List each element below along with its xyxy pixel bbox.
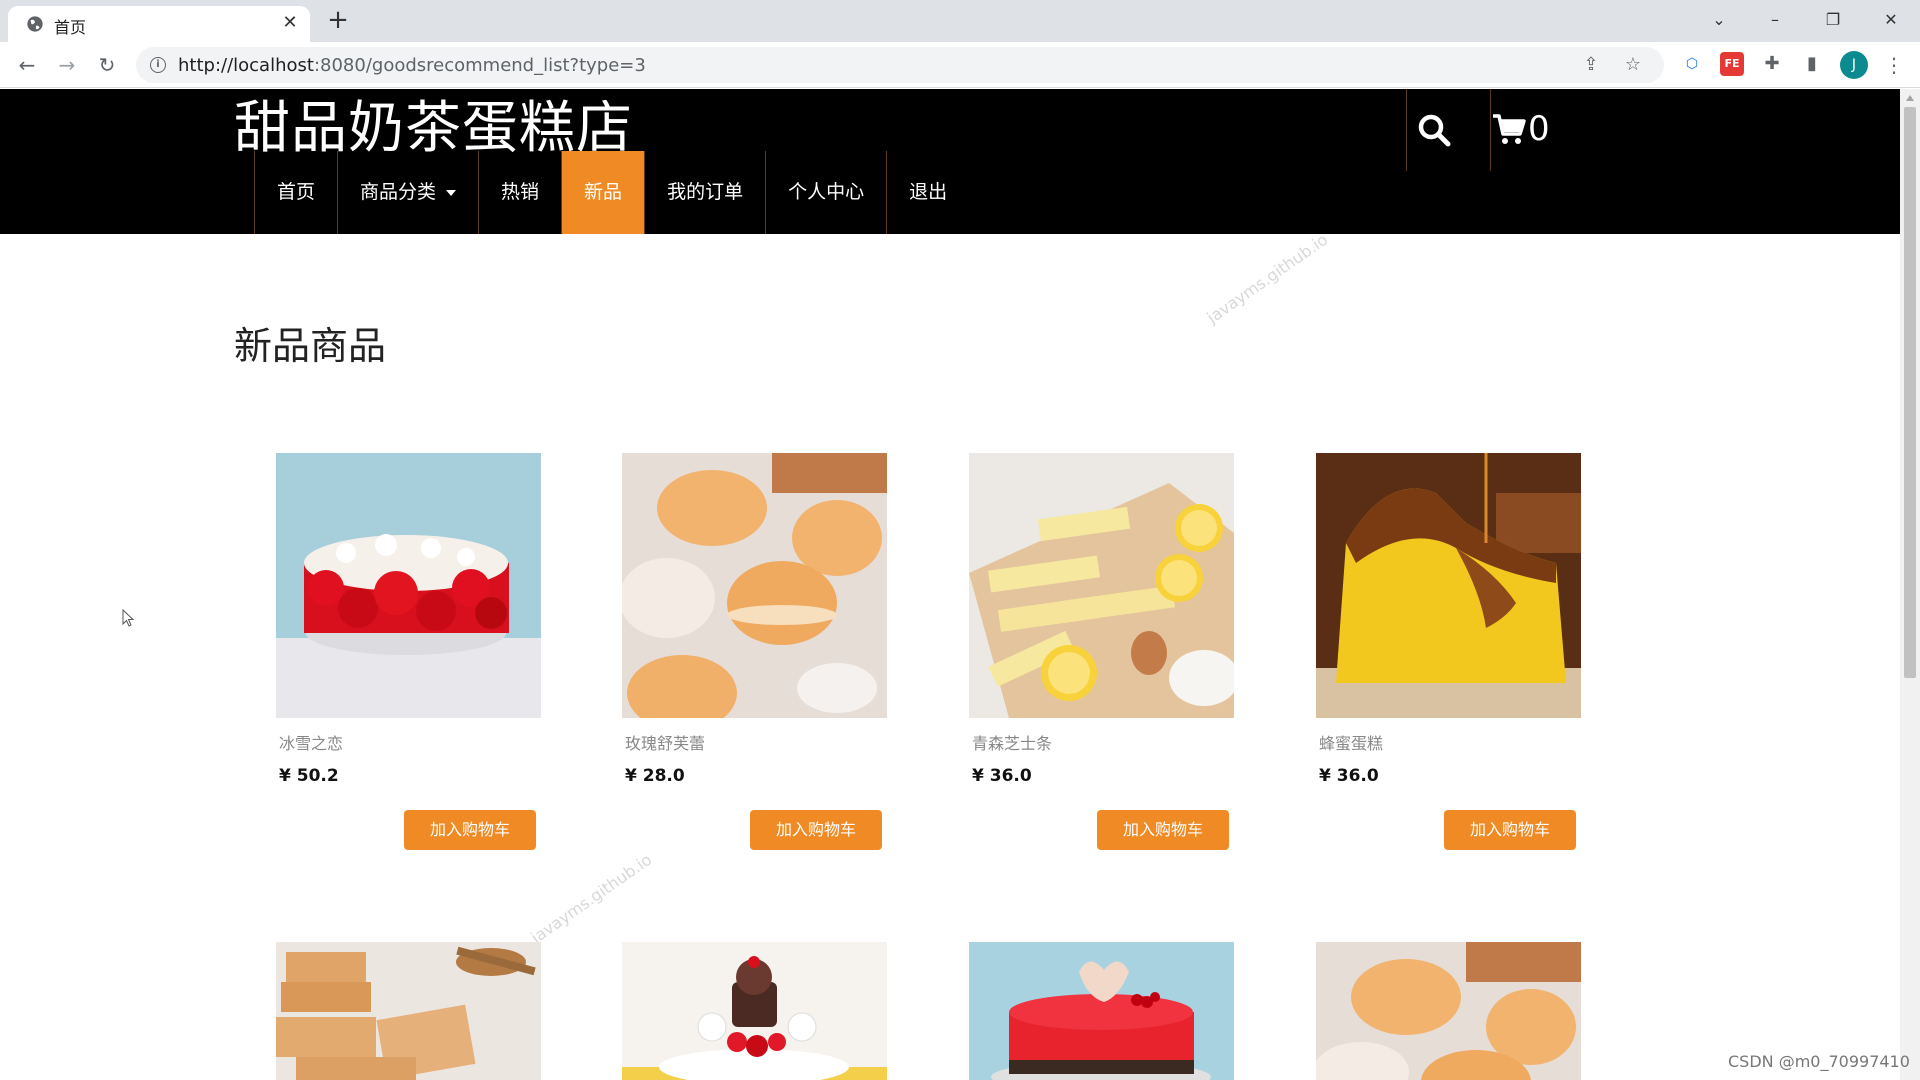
- nav-label: 退出: [909, 181, 948, 203]
- product-card: 玫瑰舒芙蕾 ¥ 28.0 加入购物车: [622, 453, 887, 850]
- caret-down-icon: [446, 189, 457, 196]
- forward-icon[interactable]: →: [54, 52, 80, 78]
- product-price: ¥ 28.0: [625, 766, 685, 786]
- browser-tab-active[interactable]: 首页 ✕: [8, 6, 310, 42]
- browser-tab-bar: 首页 ✕ + ⌄ – ❐ ✕: [0, 0, 1920, 42]
- nav-label: 新品: [584, 181, 623, 203]
- url-text: http://localhost:8080/goodsrecommend_lis…: [178, 55, 646, 76]
- add-to-cart-button[interactable]: 加入购物车: [750, 810, 882, 850]
- header-divider: [1406, 89, 1407, 171]
- back-icon[interactable]: ←: [14, 52, 40, 78]
- nav-item-orders[interactable]: 我的订单: [644, 151, 765, 234]
- scrollbar-thumb[interactable]: [1904, 107, 1916, 678]
- nav-label: 我的订单: [667, 181, 744, 203]
- product-image[interactable]: [622, 942, 887, 1080]
- product-price: ¥ 50.2: [279, 766, 339, 786]
- product-image[interactable]: [969, 942, 1234, 1080]
- bookmark-star-icon[interactable]: ☆: [1622, 54, 1644, 76]
- product-price: ¥ 36.0: [972, 766, 1032, 786]
- nav-item-home[interactable]: 首页: [254, 151, 337, 234]
- nav-item-categories[interactable]: 商品分类: [337, 151, 478, 234]
- nav-item-new[interactable]: 新品: [561, 151, 645, 234]
- extension-hexagon-icon[interactable]: ⬡: [1680, 52, 1704, 76]
- product-card: 青森芝士条 ¥ 36.0 加入购物车: [969, 453, 1234, 850]
- page-viewport: 甜品奶茶蛋糕店 首页 商品分类 热销 新品 我的订单 个人中心 退出 0 新品商: [0, 89, 1900, 1080]
- product-card: 冰雪之恋 ¥ 50.2 加入购物车: [276, 453, 541, 850]
- product-card: 蜂蜜蛋糕 ¥ 36.0 加入购物车: [1316, 453, 1581, 850]
- add-to-cart-button[interactable]: 加入购物车: [1444, 810, 1576, 850]
- product-image[interactable]: [969, 453, 1234, 718]
- product-image[interactable]: [1316, 453, 1581, 718]
- product-image[interactable]: [622, 453, 887, 718]
- extensions-puzzle-icon[interactable]: ✚: [1760, 52, 1784, 76]
- section-title: 新品商品: [234, 324, 387, 368]
- product-image[interactable]: [276, 453, 541, 718]
- header-divider: [1490, 89, 1491, 171]
- product-name[interactable]: 青森芝士条: [972, 730, 1234, 754]
- reload-icon[interactable]: ↻: [94, 52, 120, 78]
- profile-avatar[interactable]: J: [1840, 51, 1868, 79]
- product-image[interactable]: [276, 942, 541, 1080]
- nav-label: 首页: [277, 181, 316, 203]
- main-nav: 首页 商品分类 热销 新品 我的订单 个人中心 退出: [254, 151, 969, 234]
- product-name[interactable]: 玫瑰舒芙蕾: [625, 730, 887, 754]
- share-icon[interactable]: ⇪: [1580, 54, 1602, 76]
- search-icon[interactable]: [1417, 113, 1451, 147]
- product-image[interactable]: [1316, 942, 1581, 1080]
- site-header: 甜品奶茶蛋糕店 首页 商品分类 热销 新品 我的订单 个人中心 退出 0: [0, 89, 1900, 234]
- url-path: :8080/goodsrecommend_list?type=3: [313, 55, 646, 76]
- side-panel-icon[interactable]: ▮: [1800, 52, 1824, 76]
- product-name[interactable]: 蜂蜜蛋糕: [1319, 730, 1581, 754]
- site-info-icon[interactable]: i: [150, 57, 166, 73]
- add-to-cart-button[interactable]: 加入购物车: [1097, 810, 1229, 850]
- product-price: ¥ 36.0: [1319, 766, 1379, 786]
- close-window-icon[interactable]: ✕: [1876, 6, 1906, 34]
- minimize-icon[interactable]: –: [1760, 6, 1790, 34]
- nav-label: 商品分类: [360, 181, 437, 203]
- address-bar[interactable]: i http://localhost:8080/goodsrecommend_l…: [136, 47, 1664, 83]
- tab-search-chevron-icon[interactable]: ⌄: [1704, 6, 1734, 34]
- add-to-cart-button[interactable]: 加入购物车: [404, 810, 536, 850]
- browser-menu-icon[interactable]: ⋮: [1884, 51, 1904, 79]
- watermark-text: javayms.github.io: [1203, 229, 1332, 328]
- nav-item-profile[interactable]: 个人中心: [765, 151, 886, 234]
- browser-toolbar: ← → ↻ i http://localhost:8080/goodsrecom…: [0, 42, 1920, 88]
- url-host: http://localhost: [178, 55, 314, 76]
- product-name[interactable]: 冰雪之恋: [279, 730, 541, 754]
- cart-button[interactable]: 0: [1492, 109, 1550, 149]
- nav-item-logout[interactable]: 退出: [886, 151, 969, 234]
- globe-icon: [27, 16, 43, 32]
- nav-label: 个人中心: [788, 181, 865, 203]
- new-tab-icon[interactable]: +: [324, 7, 352, 35]
- extension-fe-icon[interactable]: FE: [1720, 52, 1744, 76]
- mouse-cursor-icon: [122, 609, 134, 627]
- page-scrollbar[interactable]: [1900, 89, 1920, 1080]
- tab-title: 首页: [54, 18, 87, 37]
- watermark-text: javayms.github.io: [527, 849, 656, 948]
- cart-count: 0: [1528, 109, 1550, 149]
- close-tab-icon[interactable]: ✕: [280, 13, 300, 33]
- restore-icon[interactable]: ❐: [1818, 6, 1848, 34]
- nav-item-hot[interactable]: 热销: [478, 151, 561, 234]
- csdn-credit: CSDN @m0_70997410: [1728, 1052, 1910, 1071]
- scroll-up-arrow-icon[interactable]: [1906, 95, 1914, 101]
- shopping-cart-icon: [1493, 114, 1526, 144]
- nav-label: 热销: [501, 181, 540, 203]
